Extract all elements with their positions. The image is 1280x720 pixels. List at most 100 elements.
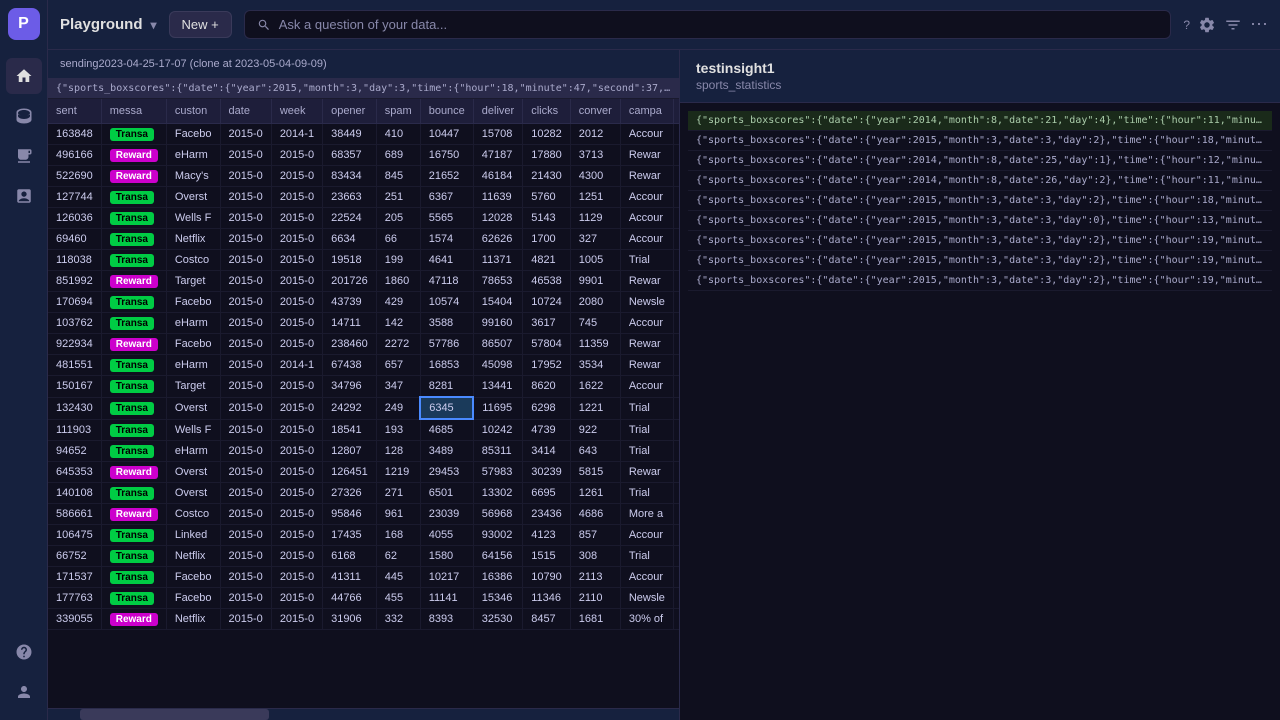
cell-conver: 308 xyxy=(570,546,620,567)
cell-week: 2015-0 xyxy=(271,334,322,355)
cell-opener: 67438 xyxy=(323,355,377,376)
cell-date: 2015-0 xyxy=(220,419,271,441)
cell-custon: Overst xyxy=(166,483,220,504)
cell-sent: 586661 xyxy=(48,504,101,525)
cell-id: 5568 xyxy=(673,483,679,504)
json-item[interactable]: {"sports_boxscores":{"date":{"year":2015… xyxy=(688,271,1272,291)
cell-tag: Transa xyxy=(101,483,166,504)
cell-conver: 1622 xyxy=(570,376,620,398)
cell-spam: 429 xyxy=(376,292,420,313)
table-row[interactable]: 163848 Transa Facebo 2015-0 2014-1 38449… xyxy=(48,124,679,145)
table-row[interactable]: 103762 Transa eHarm 2015-0 2015-0 14711 … xyxy=(48,313,679,334)
table-row[interactable]: 150167 Transa Target 2015-0 2015-0 34796… xyxy=(48,376,679,398)
cell-sent: 851992 xyxy=(48,271,101,292)
search-bar[interactable]: Ask a question of your data... xyxy=(244,10,1172,39)
cell-date: 2015-0 xyxy=(220,355,271,376)
json-item[interactable]: {"sports_boxscores":{"date":{"year":2015… xyxy=(688,251,1272,271)
cell-sent: 94652 xyxy=(48,441,101,462)
json-item[interactable]: {"sports_boxscores":{"date":{"year":2015… xyxy=(688,231,1272,251)
cell-custon: Netflix xyxy=(166,229,220,250)
new-button[interactable]: New + xyxy=(169,11,232,38)
more-icon[interactable]: ⋯ xyxy=(1250,14,1268,35)
cell-custon: Netflix xyxy=(166,609,220,630)
table-row[interactable]: 69460 Transa Netflix 2015-0 2015-0 6634 … xyxy=(48,229,679,250)
cell-bounce: 4685 xyxy=(420,419,473,441)
cell-opener: 23663 xyxy=(323,187,377,208)
cell-date: 2015-0 xyxy=(220,567,271,588)
sidebar-item-database[interactable] xyxy=(6,98,42,134)
tooltip-row: {"sports_boxscores":{"date":{"year":2015… xyxy=(48,79,679,99)
horizontal-scrollbar[interactable] xyxy=(48,708,679,720)
cell-deliver: 15404 xyxy=(473,292,522,313)
cell-custon: Facebo xyxy=(166,124,220,145)
json-item[interactable]: {"sports_boxscores":{"date":{"year":2014… xyxy=(688,151,1272,171)
cell-conver: 1681 xyxy=(570,609,620,630)
table-row[interactable]: 851992 Reward Target 2015-0 2015-0 20172… xyxy=(48,271,679,292)
sidebar: P xyxy=(0,0,48,720)
table-row[interactable]: 132430 Transa Overst 2015-0 2015-0 24292… xyxy=(48,397,679,419)
cell-bounce[interactable]: 6345 xyxy=(420,397,473,419)
cell-bounce: 21652 xyxy=(420,166,473,187)
table-row[interactable]: 177763 Transa Facebo 2015-0 2015-0 44766… xyxy=(48,588,679,609)
table-row[interactable]: 118038 Transa Costco 2015-0 2015-0 19518… xyxy=(48,250,679,271)
cell-spam: 455 xyxy=(376,588,420,609)
table-row[interactable]: 922934 Reward Facebo 2015-0 2015-0 23846… xyxy=(48,334,679,355)
cell-conver: 857 xyxy=(570,525,620,546)
table-row[interactable]: 586661 Reward Costco 2015-0 2015-0 95846… xyxy=(48,504,679,525)
sidebar-item-help[interactable] xyxy=(6,634,42,670)
cell-week: 2015-0 xyxy=(271,166,322,187)
table-row[interactable]: 106475 Transa Linked 2015-0 2015-0 17435… xyxy=(48,525,679,546)
app-logo[interactable]: P xyxy=(8,8,40,40)
cell-campa: Accour xyxy=(620,567,673,588)
help-icon[interactable]: ? xyxy=(1183,18,1190,32)
cell-spam: 271 xyxy=(376,483,420,504)
table-row[interactable]: 111903 Transa Wells F 2015-0 2015-0 1854… xyxy=(48,419,679,441)
table-row[interactable]: 171537 Transa Facebo 2015-0 2015-0 41311… xyxy=(48,567,679,588)
cell-deliver: 85311 xyxy=(473,441,522,462)
cell-id: 5568 xyxy=(673,187,679,208)
filter-icon[interactable] xyxy=(1224,16,1242,34)
settings-icon[interactable] xyxy=(1198,16,1216,34)
table-row[interactable]: 481551 Transa eHarm 2015-0 2014-1 67438 … xyxy=(48,355,679,376)
cell-conver: 2080 xyxy=(570,292,620,313)
cell-deliver: 32530 xyxy=(473,609,522,630)
content-area: sending2023-04-25-17-07 (clone at 2023-0… xyxy=(48,50,1280,720)
cell-custon: Overst xyxy=(166,397,220,419)
json-item[interactable]: {"sports_boxscores":{"date":{"year":2015… xyxy=(688,191,1272,211)
sidebar-item-reports[interactable] xyxy=(6,178,42,214)
cell-bounce: 6501 xyxy=(420,483,473,504)
table-row[interactable]: 496166 Reward eHarm 2015-0 2015-0 68357 … xyxy=(48,145,679,166)
table-row[interactable]: 66752 Transa Netflix 2015-0 2015-0 6168 … xyxy=(48,546,679,567)
right-panel-content[interactable]: {"sports_boxscores":{"date":{"year":2014… xyxy=(680,103,1280,720)
cell-id: 5568 xyxy=(673,124,679,145)
cell-custon: eHarm xyxy=(166,441,220,462)
cell-clicks: 17880 xyxy=(523,145,571,166)
table-row[interactable]: 645353 Reward Overst 2015-0 2015-0 12645… xyxy=(48,462,679,483)
table-row[interactable]: 126036 Transa Wells F 2015-0 2015-0 2252… xyxy=(48,208,679,229)
cell-id: 5568 xyxy=(673,546,679,567)
cell-custon: eHarm xyxy=(166,313,220,334)
json-item[interactable]: {"sports_boxscores":{"date":{"year":2014… xyxy=(688,171,1272,191)
cell-campa: Accour xyxy=(620,229,673,250)
table-row[interactable]: 339055 Reward Netflix 2015-0 2015-0 3190… xyxy=(48,609,679,630)
json-item[interactable]: {"sports_boxscores":{"date":{"year":2015… xyxy=(688,211,1272,231)
cell-spam: 193 xyxy=(376,419,420,441)
data-table-wrapper[interactable]: sent messa custon date week opener spam … xyxy=(48,99,679,708)
cell-opener: 18541 xyxy=(323,419,377,441)
sidebar-item-home[interactable] xyxy=(6,58,42,94)
cell-sent: 126036 xyxy=(48,208,101,229)
cell-id: 5568 xyxy=(673,441,679,462)
json-item[interactable]: {"sports_boxscores":{"date":{"year":2015… xyxy=(688,131,1272,151)
table-row[interactable]: 94652 Transa eHarm 2015-0 2015-0 12807 1… xyxy=(48,441,679,462)
cell-conver: 922 xyxy=(570,419,620,441)
json-item[interactable]: {"sports_boxscores":{"date":{"year":2014… xyxy=(688,111,1272,131)
sidebar-item-user[interactable] xyxy=(6,674,42,710)
table-row[interactable]: 127744 Transa Overst 2015-0 2015-0 23663… xyxy=(48,187,679,208)
table-row[interactable]: 170694 Transa Facebo 2015-0 2015-0 43739… xyxy=(48,292,679,313)
cell-date: 2015-0 xyxy=(220,292,271,313)
sidebar-item-queries[interactable] xyxy=(6,138,42,174)
table-row[interactable]: 522690 Reward Macy's 2015-0 2015-0 83434… xyxy=(48,166,679,187)
cell-id: 5568 xyxy=(673,208,679,229)
table-row[interactable]: 140108 Transa Overst 2015-0 2015-0 27326… xyxy=(48,483,679,504)
cell-tag: Transa xyxy=(101,124,166,145)
